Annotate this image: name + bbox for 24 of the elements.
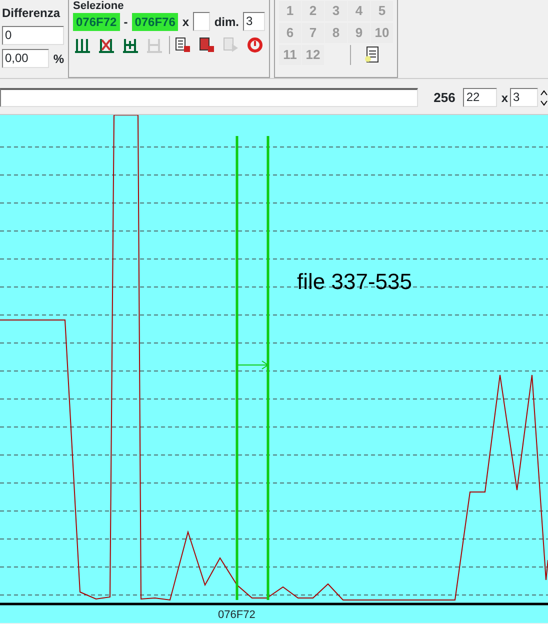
times-label: x <box>501 90 508 106</box>
difference-field[interactable]: 0 <box>2 26 64 45</box>
differenza-label: Differenza <box>2 5 62 22</box>
height-field[interactable]: 3 <box>510 88 538 107</box>
width-field[interactable]: 22 <box>463 88 498 107</box>
spinner-icon[interactable] <box>540 88 548 106</box>
percent-sign: % <box>53 50 64 68</box>
paste-sheet-icon[interactable] <box>350 45 381 65</box>
separator: - <box>124 14 128 30</box>
percent-field[interactable]: 0,00 <box>2 49 50 68</box>
reset-icon[interactable] <box>245 35 265 55</box>
dim-label: dim. <box>214 14 239 30</box>
x-field[interactable] <box>193 12 210 31</box>
plot-annotation: file 337-535 <box>297 268 412 296</box>
selezione-label: Selezione <box>73 0 125 12</box>
x-label: x <box>182 14 190 30</box>
marker-line[interactable] <box>236 136 238 600</box>
end-address: 076F76 <box>132 12 178 30</box>
marker-label: 076F72 <box>218 608 256 623</box>
count-value: 256 <box>434 88 456 107</box>
marker-line[interactable] <box>266 136 270 600</box>
dim-field[interactable]: 3 <box>242 12 265 31</box>
start-address: 076F72 <box>73 12 120 30</box>
range-arrow <box>238 360 269 370</box>
